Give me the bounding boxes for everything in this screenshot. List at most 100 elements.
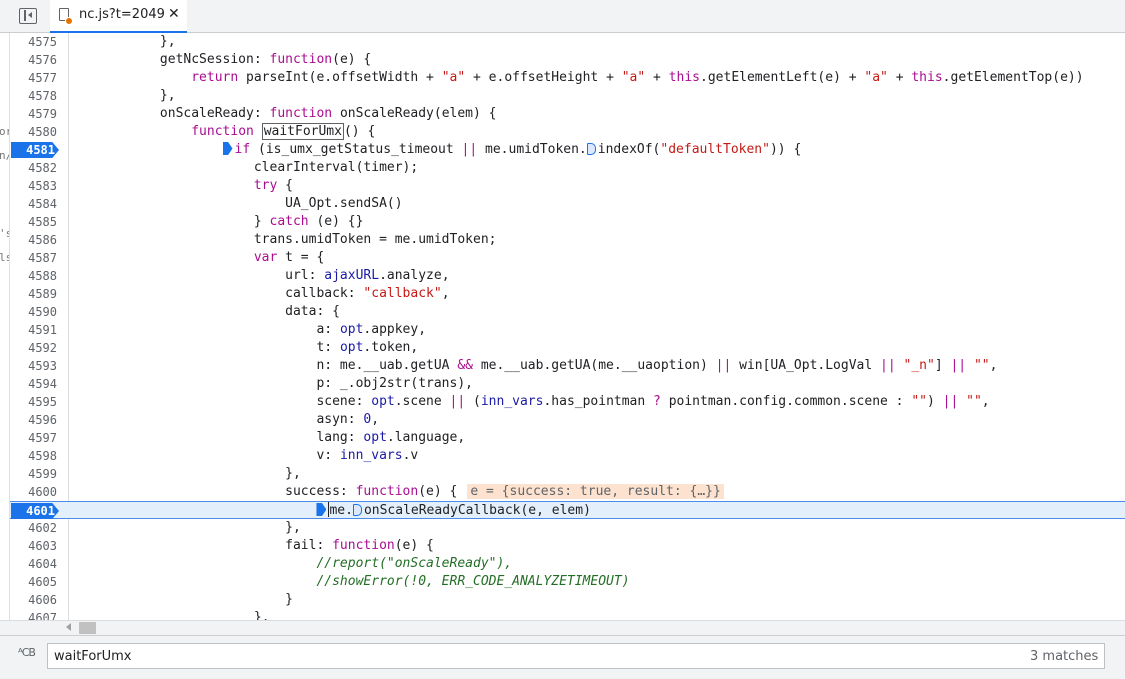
code-text[interactable]: getNcSession: function(e) { — [66, 51, 371, 69]
code-line[interactable]: 4578 }, — [10, 87, 1125, 105]
code-text[interactable]: data: { — [66, 303, 340, 321]
code-text[interactable]: var t = { — [66, 249, 324, 267]
code-line[interactable]: 4583 try { — [10, 177, 1125, 195]
inline-breakpoint-icon[interactable] — [222, 142, 233, 155]
line-number[interactable]: 4601 — [11, 503, 55, 519]
tab-nc-js[interactable]: nc.js?t=2049 ✕ — [50, 0, 187, 33]
breakpoint-marker[interactable]: 4601 — [11, 503, 59, 519]
line-number[interactable]: 4589 — [10, 285, 57, 303]
line-number[interactable]: 4598 — [10, 447, 57, 465]
code-text[interactable]: return parseInt(e.offsetWidth + "a" + e.… — [66, 69, 1083, 87]
code-line[interactable]: 4592 t: opt.token, — [10, 339, 1125, 357]
code-line[interactable]: 4596 asyn: 0, — [10, 411, 1125, 429]
code-line[interactable]: 4605 //showError(!0, ERR_CODE_ANALYZETIM… — [10, 573, 1125, 591]
code-line[interactable]: 4595 scene: opt.scene || (inn_vars.has_p… — [10, 393, 1125, 411]
line-number[interactable]: 4580 — [10, 123, 57, 141]
code-line[interactable]: 4607 }, — [10, 609, 1125, 620]
line-number[interactable]: 4590 — [10, 303, 57, 321]
code-line[interactable]: 4587 var t = { — [10, 249, 1125, 267]
code-line[interactable]: 4586 trans.umidToken = me.umidToken; — [10, 231, 1125, 249]
line-number[interactable]: 4597 — [10, 429, 57, 447]
code-text[interactable]: scene: opt.scene || (inn_vars.has_pointm… — [66, 393, 989, 411]
horizontal-scrollbar[interactable] — [0, 620, 1125, 635]
code-text[interactable]: } catch (e) {} — [66, 213, 364, 231]
line-number[interactable]: 4607 — [10, 609, 57, 620]
code-line[interactable]: 4602 }, — [10, 519, 1125, 537]
code-text[interactable]: onScaleReady: function onScaleReady(elem… — [66, 105, 497, 123]
code-text[interactable]: //showError(!0, ERR_CODE_ANALYZETIMEOUT) — [66, 573, 629, 591]
line-number[interactable]: 4604 — [10, 555, 57, 573]
line-number[interactable]: 4579 — [10, 105, 57, 123]
code-text[interactable]: } — [66, 591, 293, 609]
code-text[interactable]: url: ajaxURL.analyze, — [66, 267, 449, 285]
code-text[interactable]: }, — [66, 465, 301, 483]
line-number[interactable]: 4575 — [10, 33, 57, 51]
code-text[interactable]: asyn: 0, — [66, 411, 379, 429]
toggle-navigator-icon[interactable] — [19, 8, 37, 24]
inline-breakpoint-icon[interactable] — [316, 503, 327, 516]
line-number[interactable]: 4581 — [11, 142, 55, 158]
line-number[interactable]: 4582 — [10, 159, 57, 177]
code-text[interactable]: //report("onScaleReady"), — [66, 555, 512, 573]
code-text[interactable]: UA_Opt.sendSA() — [66, 195, 402, 213]
code-line[interactable]: 4588 url: ajaxURL.analyze, — [10, 267, 1125, 285]
line-number[interactable]: 4591 — [10, 321, 57, 339]
code-text[interactable]: v: inn_vars.v — [66, 447, 418, 465]
inline-breakpoint-location-icon[interactable] — [586, 143, 596, 155]
code-line[interactable]: 4593 n: me.__uab.getUA && me.__uab.getUA… — [10, 357, 1125, 375]
inline-breakpoint-location-icon[interactable] — [352, 504, 362, 516]
close-icon[interactable]: ✕ — [168, 6, 180, 22]
code-text[interactable]: n: me.__uab.getUA && me.__uab.getUA(me._… — [66, 357, 997, 375]
line-number[interactable]: 4587 — [10, 249, 57, 267]
code-line[interactable]: 4600 success: function(e) {e = {success:… — [10, 483, 1125, 501]
line-number[interactable]: 4602 — [10, 519, 57, 537]
code-line[interactable]: 4575 }, — [10, 33, 1125, 51]
breakpoint-marker[interactable]: 4581 — [11, 142, 59, 158]
line-number[interactable]: 4585 — [10, 213, 57, 231]
code-text[interactable]: function waitForUmx() { — [66, 123, 375, 141]
scrollbar-thumb[interactable] — [79, 622, 96, 634]
match-case-icon[interactable]: ᴬCB — [18, 646, 36, 659]
code-line[interactable]: 4606 } — [10, 591, 1125, 609]
code-text[interactable]: t: opt.token, — [66, 339, 418, 357]
code-text[interactable]: fail: function(e) { — [66, 537, 434, 555]
code-line[interactable]: 4585 } catch (e) {} — [10, 213, 1125, 231]
code-line[interactable]: 4580 function waitForUmx() { — [10, 123, 1125, 141]
line-number[interactable]: 4605 — [10, 573, 57, 591]
code-text[interactable]: }, — [66, 609, 270, 620]
code-text[interactable]: success: function(e) {e = {success: true… — [66, 483, 724, 501]
code-text[interactable]: a: opt.appkey, — [66, 321, 426, 339]
code-line[interactable]: 4579 onScaleReady: function onScaleReady… — [10, 105, 1125, 123]
code-line[interactable]: 4584 UA_Opt.sendSA() — [10, 195, 1125, 213]
line-number[interactable]: 4583 — [10, 177, 57, 195]
code-line[interactable]: 4590 data: { — [10, 303, 1125, 321]
line-number[interactable]: 4577 — [10, 69, 57, 87]
code-line[interactable]: 4577 return parseInt(e.offsetWidth + "a"… — [10, 69, 1125, 87]
code-text[interactable]: trans.umidToken = me.umidToken; — [66, 231, 497, 249]
line-number[interactable]: 4586 — [10, 231, 57, 249]
line-number[interactable]: 4595 — [10, 393, 57, 411]
search-input[interactable] — [47, 643, 1105, 669]
line-number[interactable]: 4576 — [10, 51, 57, 69]
line-number[interactable]: 4584 — [10, 195, 57, 213]
code-text[interactable]: clearInterval(timer); — [66, 159, 418, 177]
paused-execution-line[interactable]: 4601 me. onScaleReadyCallback(e, elem) — [10, 501, 1125, 519]
code-line[interactable]: 4576 getNcSession: function(e) { — [10, 51, 1125, 69]
code-line[interactable]: 4604 //report("onScaleReady"), — [10, 555, 1125, 573]
line-number[interactable]: 4596 — [10, 411, 57, 429]
line-number[interactable]: 4588 — [10, 267, 57, 285]
code-text[interactable]: }, — [66, 519, 301, 537]
code-line[interactable]: 4594 p: _.obj2str(trans), — [10, 375, 1125, 393]
code-text[interactable]: me. onScaleReadyCallback(e, elem) — [66, 502, 591, 520]
code-line[interactable]: 4598 v: inn_vars.v — [10, 447, 1125, 465]
line-number[interactable]: 4593 — [10, 357, 57, 375]
code-text[interactable]: try { — [66, 177, 293, 195]
line-number[interactable]: 4599 — [10, 465, 57, 483]
code-text[interactable]: lang: opt.language, — [66, 429, 465, 447]
code-line[interactable]: 4597 lang: opt.language, — [10, 429, 1125, 447]
code-editor[interactable]: 4575 }, 4576 getNcSession: function(e) {4… — [10, 33, 1125, 620]
scroll-left-icon[interactable] — [66, 623, 71, 631]
code-text[interactable]: }, — [66, 87, 176, 105]
line-number[interactable]: 4600 — [10, 483, 57, 501]
code-text[interactable]: p: _.obj2str(trans), — [66, 375, 473, 393]
